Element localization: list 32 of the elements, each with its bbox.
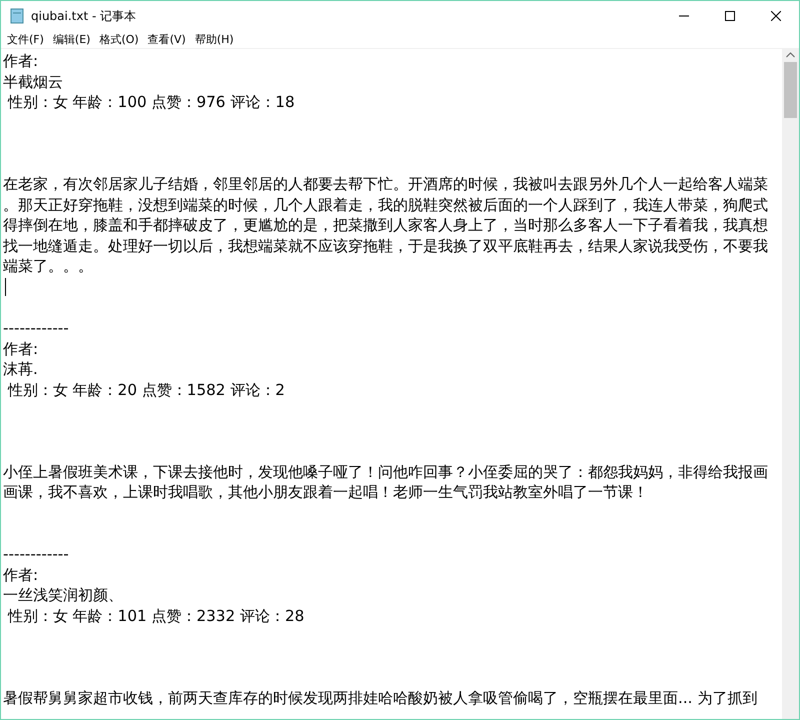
- maximize-icon: [725, 11, 735, 21]
- scrollbar-thumb[interactable]: [784, 62, 797, 118]
- close-icon: [771, 11, 781, 21]
- menu-item[interactable]: 格式(O): [95, 31, 144, 48]
- text-line: ------------: [3, 544, 70, 565]
- text-line: 暑假帮舅舅家超市收钱，前两天查库存的时候发现两排娃哈哈酸奶被人拿吸管偷喝了，空瓶摆在最里面... 为了抓到: [3, 688, 758, 708]
- text-line: 在老家，有次邻居家儿子结婚，邻里邻居的人都要去帮下忙。开酒席的时候，我被叫去跟另外几个人一起给客人端菜: [3, 174, 769, 195]
- text-line: 端菜了。。。: [3, 256, 94, 278]
- text-line: 找一地缝遁走。处理好一切以后，我想端菜就不应该穿拖鞋，于是我换了双平底鞋再去，结果人家说我受伤，不要我: [3, 236, 769, 256]
- text-line: 作者:: [3, 51, 40, 72]
- text-line: 性别：女 年龄：20 点赞：1582 评论：2: [6, 380, 286, 400]
- menu-item[interactable]: 帮助(H): [190, 31, 239, 48]
- menu-item[interactable]: 编辑(E): [48, 31, 96, 48]
- menu-item[interactable]: 文件(F): [3, 31, 49, 48]
- vertical-scrollbar[interactable]: [782, 49, 799, 719]
- window-title: qiubai.txt - 记事本: [31, 8, 138, 24]
- text-line: 半截烟云: [3, 72, 64, 92]
- text-line: ------------: [3, 318, 70, 339]
- text-line: 得摔倒在地，膝盖和手都摔破皮了，更尴尬的是，把菜撒到人家客人身上了，当时那么多客人一下子看着我，我真想: [3, 215, 769, 236]
- text-line: 性别：女 年龄：101 点赞：2332 评论：28: [6, 606, 306, 626]
- menu-item[interactable]: 查看(V): [144, 31, 191, 48]
- scroll-up-icon[interactable]: [786, 52, 795, 58]
- text-line: 作者:: [3, 564, 40, 586]
- text-line: 画课，我不喜欢，上课时我唱歌，其他小朋友跟着一起唱！老师一生气罚我站教室外唱了一节课！: [3, 482, 649, 504]
- text-line: 沫苒.: [3, 359, 39, 380]
- text-line: 小侄上暑假班美术课，下课去接他时，发现他嗓子哑了！问他咋回事？小侄委屈的哭了：都怨我妈妈，非得给我报画: [3, 462, 769, 482]
- notepad-icon: [9, 8, 25, 24]
- text-cursor: [5, 278, 6, 296]
- text-line: 一丝浅笑润初颜、: [3, 585, 124, 606]
- text-line: 作者:: [3, 338, 40, 360]
- text-line: 。那天正好穿拖鞋，没想到端菜的时候，几个人跟着走，我的脱鞋突然被后面的一个人踩到了，我连人带菜，狗爬式: [3, 194, 769, 216]
- text-line: 性别：女 年龄：100 点赞：976 评论：18: [6, 92, 296, 113]
